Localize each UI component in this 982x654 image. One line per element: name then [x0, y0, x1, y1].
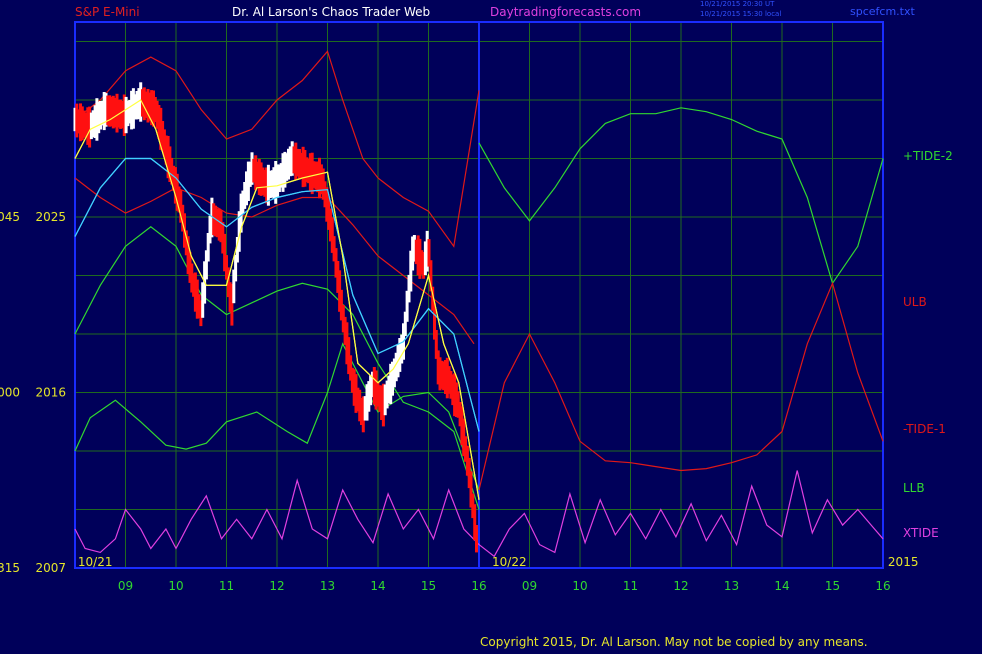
chart-title: Dr. Al Larson's Chaos Trader Web — [232, 5, 431, 19]
y-tick-left-label: 315 — [0, 561, 20, 575]
x-tick-label: 10 — [572, 579, 587, 593]
symbol-label: S&P E-Mini — [75, 5, 140, 19]
x-tick-label: 12 — [269, 579, 284, 593]
chart-canvas: 045 2025 000 2016 315 2007 09 10 11 12 13 14 15 16 09 1… — [0, 21, 953, 593]
timestamp-local: 10/21/2015 15:30 local — [700, 10, 782, 18]
y-tick-left-label: 000 — [0, 386, 20, 400]
y-tick-price-label: 2007 — [35, 561, 66, 575]
legend-label-ulb: ULB — [903, 295, 927, 309]
date-label: 10/22 — [492, 555, 527, 569]
price-bar — [475, 525, 478, 553]
x-tick-label: 13 — [724, 579, 739, 593]
x-tick-label: 09 — [118, 579, 133, 593]
timestamp-ut: 10/21/2015 20:30 UT — [700, 0, 775, 8]
x-tick-label: 13 — [320, 579, 335, 593]
file-name: spcefcm.txt — [850, 5, 915, 18]
date-label: 10/21 — [78, 555, 113, 569]
x-tick-label: 10 — [168, 579, 183, 593]
x-tick-label: 09 — [522, 579, 537, 593]
x-tick-label: 11 — [623, 579, 638, 593]
site-link[interactable]: Daytradingforecasts.com — [490, 5, 641, 19]
x-tick-label: 15 — [421, 579, 436, 593]
x-tick-label: 16 — [875, 579, 890, 593]
legend-label-tide_minus: -TIDE-1 — [903, 422, 946, 436]
y-tick-price-label: 2025 — [35, 210, 66, 224]
date-label: 2015 — [888, 555, 919, 569]
y-tick-price-label: 2016 — [35, 386, 66, 400]
legend-label-llb: LLB — [903, 481, 925, 495]
x-tick-label: 11 — [219, 579, 234, 593]
x-tick-label: 14 — [370, 579, 385, 593]
legend-label-xtide: XTIDE — [903, 526, 939, 540]
legend-label-tide_plus: +TIDE-2 — [903, 149, 953, 163]
x-tick-label: 12 — [673, 579, 688, 593]
x-tick-label: 15 — [825, 579, 840, 593]
copyright-text: Copyright 2015, Dr. Al Larson. May not b… — [480, 635, 868, 649]
y-tick-left-label: 045 — [0, 210, 20, 224]
chart-stage: 045 2025 000 2016 315 2007 09 10 11 12 13 14 15 16 09 1… — [0, 0, 982, 650]
x-tick-label: 14 — [774, 579, 789, 593]
x-tick-label: 16 — [471, 579, 486, 593]
